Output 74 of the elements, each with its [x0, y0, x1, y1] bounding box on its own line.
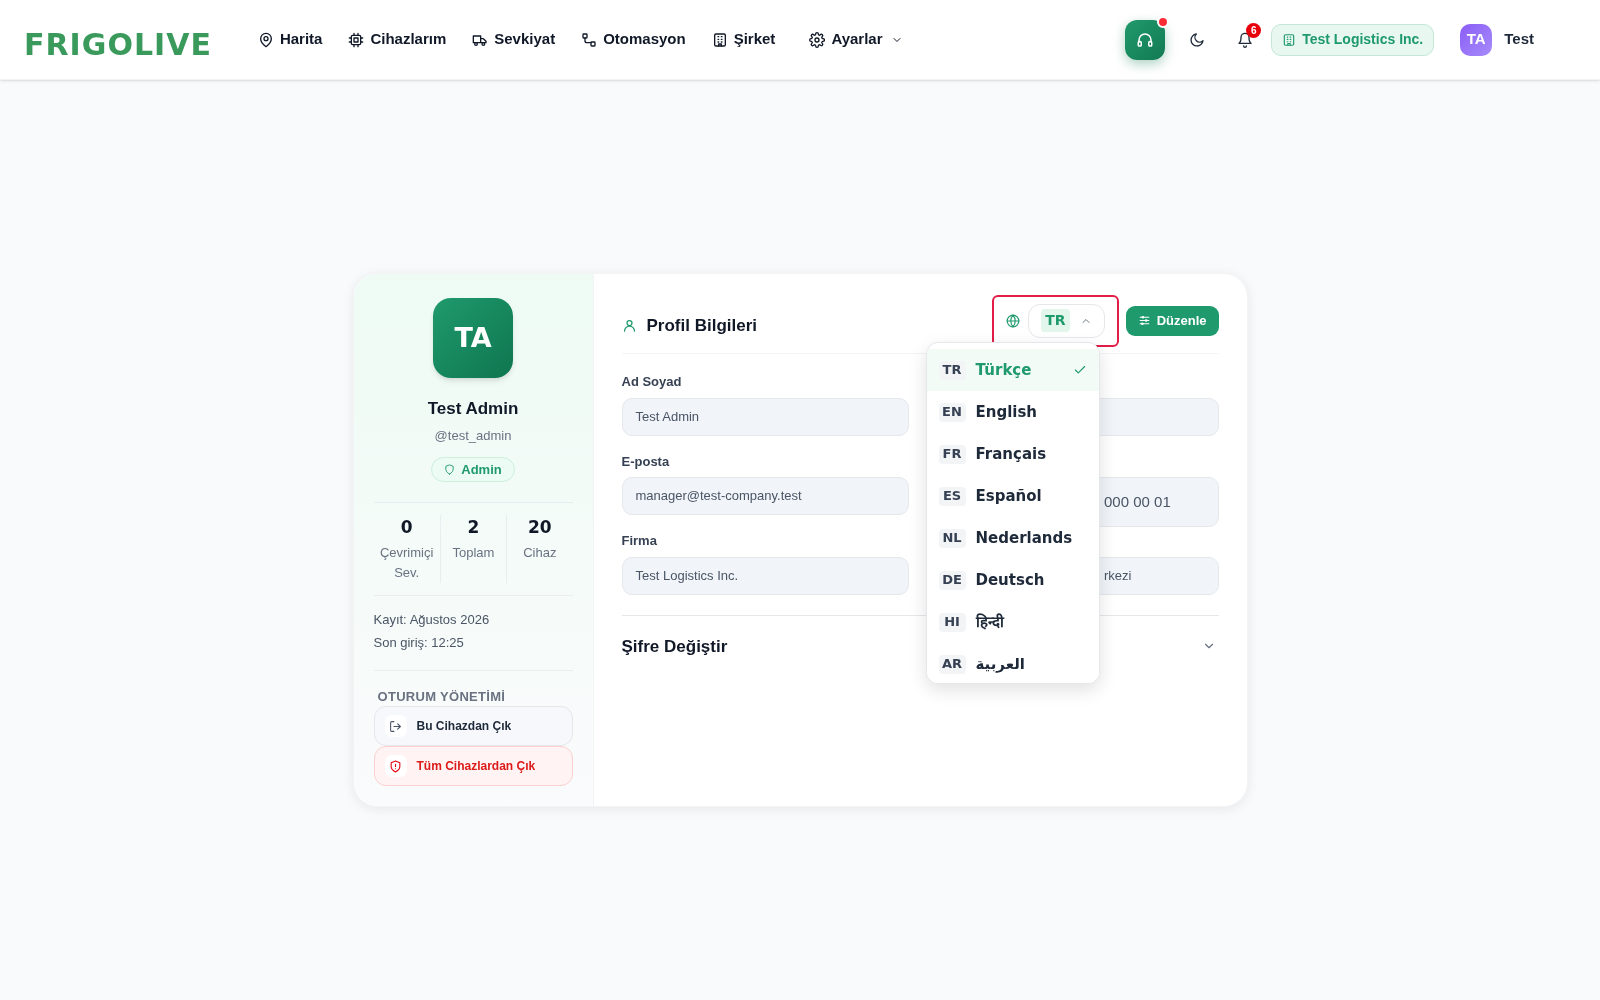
profile-name: Test Admin	[427, 398, 519, 420]
language-code: ES	[938, 486, 966, 506]
language-code: HI	[938, 612, 966, 632]
stat-label: Çevrimiçi Sev.	[378, 543, 435, 582]
language-code: TR	[1041, 309, 1070, 332]
language-name: العربية	[975, 653, 1026, 675]
language-code: NL	[938, 528, 966, 548]
nav-link[interactable]: Sevkiyat	[472, 28, 556, 51]
headset-icon	[1136, 30, 1155, 49]
notifications-button[interactable]: 6	[1229, 23, 1262, 56]
building-icon	[1282, 32, 1297, 47]
field-label: Firma	[621, 532, 658, 550]
language-option[interactable]: FR Français	[926, 433, 1099, 475]
logout-all-button[interactable]: Tüm Cihazlardan Çık	[373, 746, 573, 786]
section-title: Profil Bilgileri	[646, 314, 758, 337]
gear-icon	[809, 31, 826, 48]
language-code: AR	[938, 654, 966, 674]
language-option[interactable]: ES Español	[926, 475, 1099, 517]
stat-label: Cihaz	[522, 543, 558, 562]
nav-link[interactable]: Otomasyon	[581, 28, 686, 51]
nav-link[interactable]: Cihazlarım	[348, 28, 447, 51]
user-name[interactable]: Test	[1504, 28, 1534, 51]
language-name: Türkçe	[975, 359, 1033, 381]
role-badge: Admin	[431, 457, 515, 482]
shield-icon	[444, 464, 456, 475]
input-field[interactable]: Test Admin	[621, 397, 909, 436]
input-field[interactable]: Test Logistics Inc.	[621, 556, 909, 595]
language-option[interactable]: DE Deutsch	[926, 559, 1099, 601]
profile-username: @test_admin	[434, 426, 512, 445]
language-code: DE	[938, 570, 966, 590]
language-option[interactable]: NL Nederlands	[926, 517, 1099, 559]
nav-link[interactable]: Harita	[257, 28, 323, 51]
field-label: Ad Soyad	[621, 373, 683, 391]
logo-text: FRIGOLIVE	[24, 29, 212, 60]
logout-button[interactable]: Bu Cihazdan Çık	[373, 706, 573, 746]
edit-button[interactable]: Düzenle	[1125, 305, 1219, 336]
stat-value: 20	[528, 516, 552, 539]
language-name: Español	[975, 485, 1043, 507]
globe-icon	[1006, 313, 1021, 328]
profile-avatar: TA	[433, 298, 513, 378]
workflow-icon	[581, 31, 598, 48]
support-button[interactable]	[1125, 19, 1166, 60]
field-label: E-posta	[621, 452, 671, 471]
stat-value: 2	[467, 516, 480, 539]
section-heading: OTURUM YÖNETİMİ	[376, 687, 507, 706]
check-icon	[1072, 363, 1087, 377]
chip-icon	[348, 31, 365, 48]
stat-value: 0	[400, 516, 413, 539]
language-name: हिन्दी	[975, 611, 1006, 633]
language-code: TR	[938, 360, 966, 380]
map-pin-icon	[257, 31, 274, 48]
language-option[interactable]: EN English	[926, 391, 1099, 433]
shield-alert-icon	[389, 759, 402, 773]
notification-badge: 6	[1246, 22, 1262, 38]
nav-link[interactable]: Şirket	[711, 28, 776, 51]
building-icon	[711, 31, 728, 48]
language-option[interactable]: HI हिन्दी	[926, 601, 1099, 643]
language-code: EN	[938, 402, 966, 422]
input-field[interactable]: manager@test-company.test	[621, 477, 909, 515]
language-name: English	[975, 401, 1039, 423]
user-icon	[621, 318, 637, 333]
language-name: Nederlands	[975, 527, 1074, 549]
moon-icon	[1189, 31, 1206, 48]
stat-label: Toplam	[451, 543, 496, 562]
sliders-icon	[1137, 314, 1151, 327]
language-name: Français	[975, 443, 1048, 465]
section-title: Şifre Değiştir	[621, 635, 728, 658]
logout-icon	[389, 719, 402, 733]
nav-link[interactable]: Ayarlar	[809, 28, 903, 51]
account-info-text: Son giriş: 12:25	[373, 633, 465, 652]
account-info-text: Kayıt: Ağustos 2026	[373, 610, 491, 629]
language-code: FR	[938, 444, 966, 464]
language-option[interactable]: TR Türkçe	[926, 349, 1099, 391]
language-name: Deutsch	[975, 569, 1046, 591]
